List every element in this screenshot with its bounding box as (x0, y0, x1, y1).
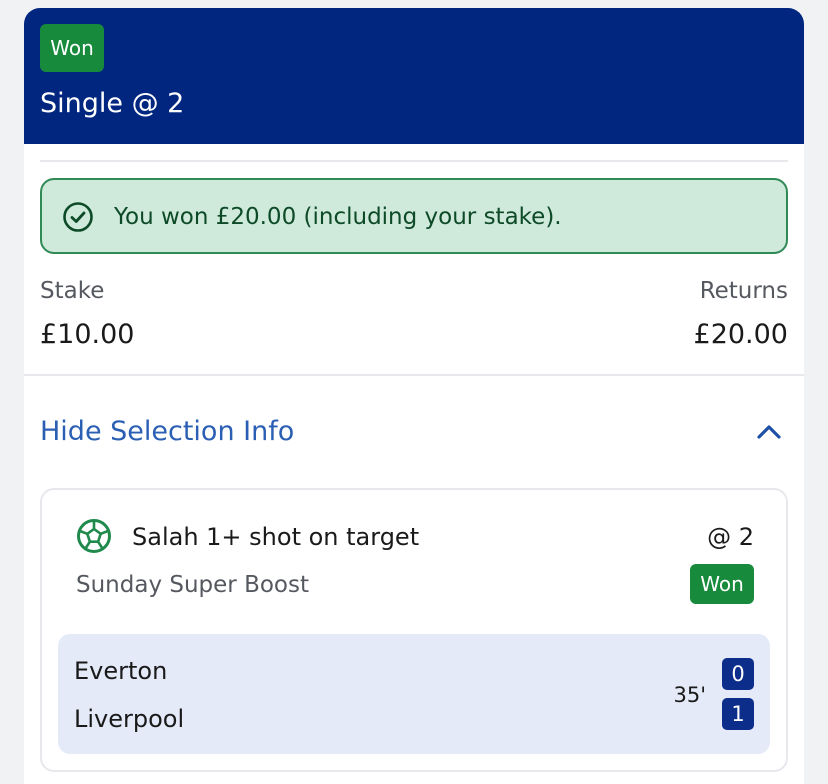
home-team: Everton (74, 657, 168, 685)
selection-odds: @ 2 (707, 523, 754, 551)
stake-value: £10.00 (40, 319, 135, 350)
check-circle-icon (63, 202, 93, 232)
selection-status-badge: Won (690, 564, 754, 604)
returns-value: £20.00 (693, 319, 788, 350)
result-banner: You won £20.00 (including your stake). (40, 178, 788, 254)
home-score: 0 (722, 658, 754, 690)
bet-title: Single @ 2 (40, 88, 185, 119)
chevron-up-icon[interactable] (756, 420, 782, 444)
divider (40, 160, 788, 162)
away-team: Liverpool (74, 705, 185, 733)
selection-market: Sunday Super Boost (76, 572, 309, 598)
status-badge: Won (40, 24, 104, 72)
bet-header: Won Single @ 2 (24, 8, 804, 144)
match-time: 35' (673, 683, 707, 707)
result-message: You won £20.00 (including your stake). (114, 204, 562, 230)
football-icon (77, 519, 111, 553)
stake-label: Stake (40, 278, 105, 304)
returns-label: Returns (699, 278, 788, 304)
hide-selection-info-toggle[interactable]: Hide Selection Info (24, 408, 804, 458)
selection-name: Salah 1+ shot on target (132, 523, 420, 551)
match-score-panel: Everton Liverpool 35' 0 1 (58, 634, 770, 754)
bet-card: Won Single @ 2 You won £20.00 (including… (24, 8, 804, 784)
selection-card: Salah 1+ shot on target @ 2 Sunday Super… (40, 488, 788, 772)
divider (24, 374, 804, 376)
away-score: 1 (722, 698, 754, 730)
page: Won Single @ 2 You won £20.00 (including… (0, 0, 828, 784)
toggle-label[interactable]: Hide Selection Info (40, 414, 294, 450)
